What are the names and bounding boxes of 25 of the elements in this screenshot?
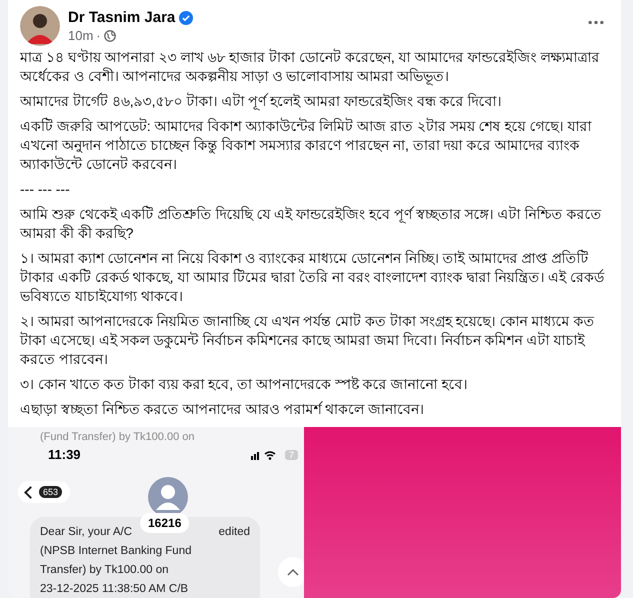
message-text: Dear Sir, your A/C	[40, 525, 132, 540]
message-text: 23-12-2025 11:38:50 AM C/B	[40, 582, 190, 597]
scroll-up-icon[interactable]	[278, 557, 304, 587]
post-paragraph: আমি শুরু থেকেই একটি প্রতিশ্রুতি দিয়েছি যে এই ফান্ডরেইজিং হবে পূর্ণ স্বচ্ছতার সঙ্গে। এটা নিশ্চিত করতে আমরা কী কী করছি?	[20, 205, 602, 243]
message-text: (Fund Transfer) by Tk100.00 on	[40, 431, 194, 443]
post-paragraph: ১। আমরা ক্যাশ ডোনেশন না নিয়ে বিকাশ ও ব্যাংকের মাধ্যমে ডোনেশন নিচ্ছি। তাই আমাদের প্রাপ্ত প্রতিটি টাকার একটি রেকর্ড থাকছে, যা আমার টিমের দ্বারা তৈরি না বরং বাংলাদেশ ব্যাংক দ্বারা নিয়ন্ত্রিত। এই রেকর্ড ভবিষ্যতে যাচাইযোগ্য থাকবে।	[20, 249, 606, 306]
contact-name[interactable]: 16216	[140, 513, 190, 533]
author-name[interactable]: Dr Tasnim Jara	[68, 9, 176, 26]
post-paragraph: আমাদের টার্গেট ৪৬,৯৩,৫৮০ টাকা। এটা পূর্ণ হলেই আমরা ফান্ডরেইজিং বন্ধ করে দিবো।	[20, 92, 503, 111]
post-paragraph: একটি জরুরি আপডেট: আমাদের বিকাশ অ্যাকাউন্টের লিমিট আজ রাত ২টার সময় শেষ হয়ে গেছে। যারা এখনো অনুদান পাঠাতে চাচ্ছেন কিন্তু বিকাশ সমস্যার কারণে পারছেন না, তারা দয়া করে আমাদের ব্যাংক অ্যাকাউন্টে ডোনেট করবেন।	[20, 117, 593, 174]
separator-dot: ·	[96, 28, 101, 43]
unread-count: 653	[39, 486, 62, 498]
post-paragraph: --- --- ---	[20, 180, 71, 199]
post-paragraph: মাত্র ১৪ ঘণ্টায় আপনারা ২৩ লাখ ৬৮ হাজার টাকা ডোনেট করেছেন, যা আমাদের ফান্ডরেইজিং লক্ষ্যমাত্রার অর্ধেকের ও বেশী। আপনাদের অকল্পনীয় সাড়া ও ভালোবাসায় আমরা অভিভূত।	[20, 48, 600, 86]
post-paragraph: এছাড়া স্বচ্ছতা নিশ্চিত করতে আপনাদের আরও পরামর্শ থাকলে জানাবেন।	[20, 400, 426, 419]
globe-icon[interactable]	[104, 30, 116, 42]
avatar[interactable]	[20, 6, 60, 46]
back-button[interactable]: 653	[18, 481, 70, 503]
message-text: Transfer) by Tk100.00 on	[40, 563, 170, 578]
message-text: (NPSB Internet Banking Fund	[40, 544, 192, 559]
status-time: 11:39	[48, 447, 81, 462]
post-time[interactable]: 10m	[68, 28, 94, 43]
post-paragraph: ৩। কোন খাতে কত টাকা ব্যয় করা হবে, তা আপনাদেরকে স্পষ্ট করে জানানো হবে।	[20, 375, 468, 394]
message-text: edited	[218, 525, 250, 540]
post-paragraph: ২। আমরা আপনাদেরকে নিয়মিত জানাচ্ছি যে এখন পর্যন্ত মোট কত টাকা সংগ্রহ হয়েছে। কোন মাধ্যমে কত টাকা এসেছে। এই সকল ডকুমেন্ট নির্বাচন কমিশনের কাছে আমরা জমা দিবো। নির্বাচন কমিশন এটা যাচাই করতে পারবেন।	[20, 312, 596, 369]
